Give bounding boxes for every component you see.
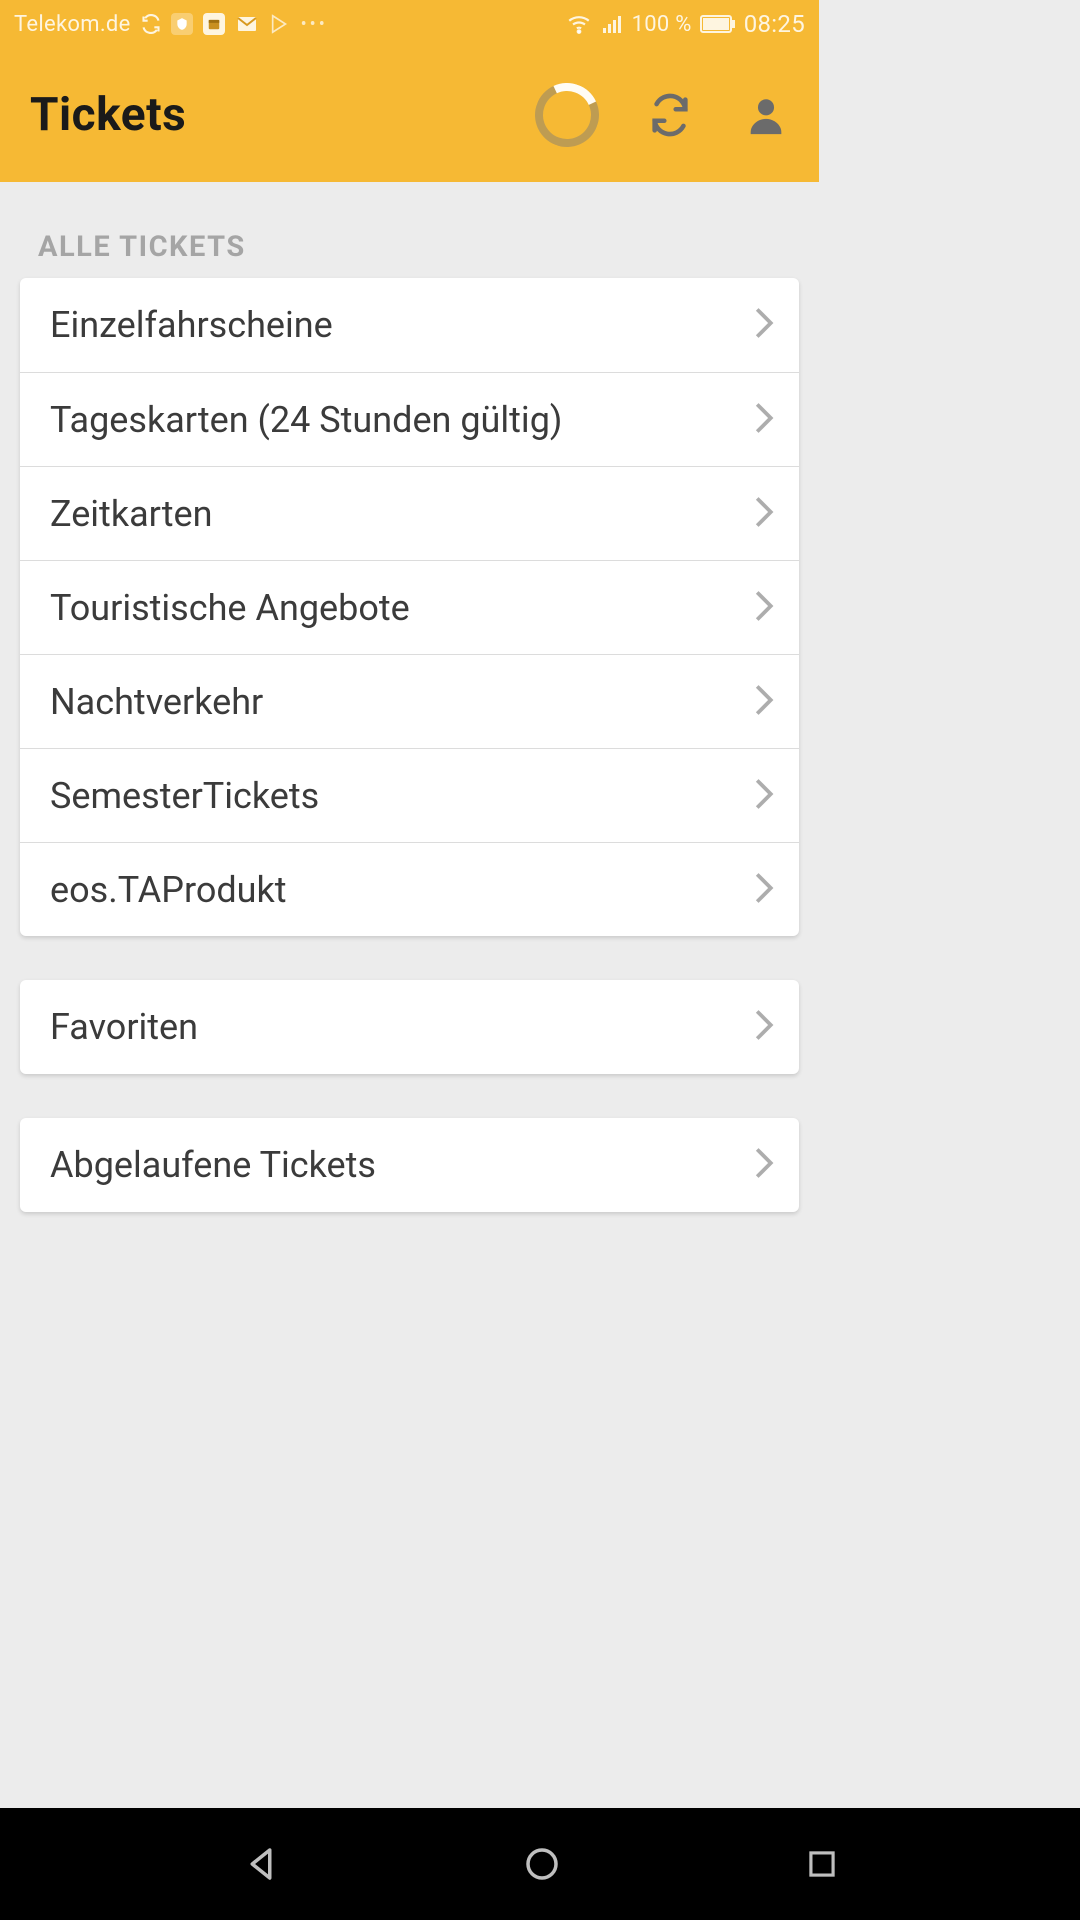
- chevron-right-icon: [753, 777, 775, 815]
- refresh-button[interactable]: [645, 90, 695, 140]
- category-tageskarten[interactable]: Tageskarten (24 Stunden gültig): [20, 372, 799, 466]
- nav-home-button[interactable]: [521, 1843, 563, 1885]
- loading-spinner-icon: [526, 74, 608, 156]
- mail-app-icon: [235, 12, 259, 36]
- row-label: Tageskarten (24 Stunden gültig): [50, 399, 562, 441]
- app-header: Tickets: [0, 48, 819, 182]
- calendar-app-icon: [203, 13, 225, 35]
- status-left: Telekom.de •••: [14, 12, 328, 37]
- row-label: Einzelfahrscheine: [50, 304, 333, 346]
- ticket-categories-card: Einzelfahrscheine Tageskarten (24 Stunde…: [20, 278, 799, 936]
- row-label: SemesterTickets: [50, 775, 319, 817]
- row-label: Touristische Angebote: [50, 587, 410, 629]
- content-area: ALLE TICKETS Einzelfahrscheine Tageskart…: [0, 182, 819, 1212]
- clock-label: 08:25: [744, 10, 805, 38]
- shield-app-icon: [171, 13, 193, 35]
- nav-recent-button[interactable]: [803, 1845, 841, 1883]
- status-right: 100 % 08:25: [566, 10, 805, 38]
- carrier-label: Telekom.de: [14, 12, 131, 37]
- favorites-row[interactable]: Favoriten: [20, 980, 799, 1074]
- wifi-icon: [566, 11, 592, 37]
- chevron-right-icon: [753, 306, 775, 344]
- expired-card: Abgelaufene Tickets: [20, 1118, 799, 1212]
- chevron-right-icon: [753, 1146, 775, 1184]
- row-label: Abgelaufene Tickets: [50, 1144, 376, 1186]
- chevron-right-icon: [753, 1008, 775, 1046]
- sync-icon: [141, 14, 161, 34]
- favorites-card: Favoriten: [20, 980, 799, 1074]
- section-label-all-tickets: ALLE TICKETS: [20, 210, 799, 278]
- chevron-right-icon: [753, 495, 775, 533]
- row-label: Favoriten: [50, 1006, 198, 1048]
- chevron-right-icon: [753, 871, 775, 909]
- signal-icon: [600, 12, 624, 36]
- row-label: Nachtverkehr: [50, 681, 263, 723]
- category-touristische-angebote[interactable]: Touristische Angebote: [20, 560, 799, 654]
- category-eos-taprodukt[interactable]: eos.TAProdukt: [20, 842, 799, 936]
- category-einzelfahrscheine[interactable]: Einzelfahrscheine: [20, 278, 799, 372]
- page-title: Tickets: [30, 88, 186, 142]
- chevron-right-icon: [753, 401, 775, 439]
- android-nav-bar: [0, 1808, 1080, 1920]
- chevron-right-icon: [753, 683, 775, 721]
- category-semestertickets[interactable]: SemesterTickets: [20, 748, 799, 842]
- category-nachtverkehr[interactable]: Nachtverkehr: [20, 654, 799, 748]
- android-status-bar: Telekom.de ••• 100 %: [0, 0, 819, 48]
- row-label: Zeitkarten: [50, 493, 212, 535]
- category-zeitkarten[interactable]: Zeitkarten: [20, 466, 799, 560]
- profile-button[interactable]: [741, 90, 791, 140]
- play-store-icon: [269, 13, 291, 35]
- row-label: eos.TAProdukt: [50, 869, 287, 911]
- battery-icon: [700, 14, 736, 34]
- battery-percent: 100 %: [632, 12, 692, 37]
- expired-tickets-row[interactable]: Abgelaufene Tickets: [20, 1118, 799, 1212]
- more-icon: •••: [301, 14, 328, 35]
- chevron-right-icon: [753, 589, 775, 627]
- nav-back-button[interactable]: [240, 1843, 282, 1885]
